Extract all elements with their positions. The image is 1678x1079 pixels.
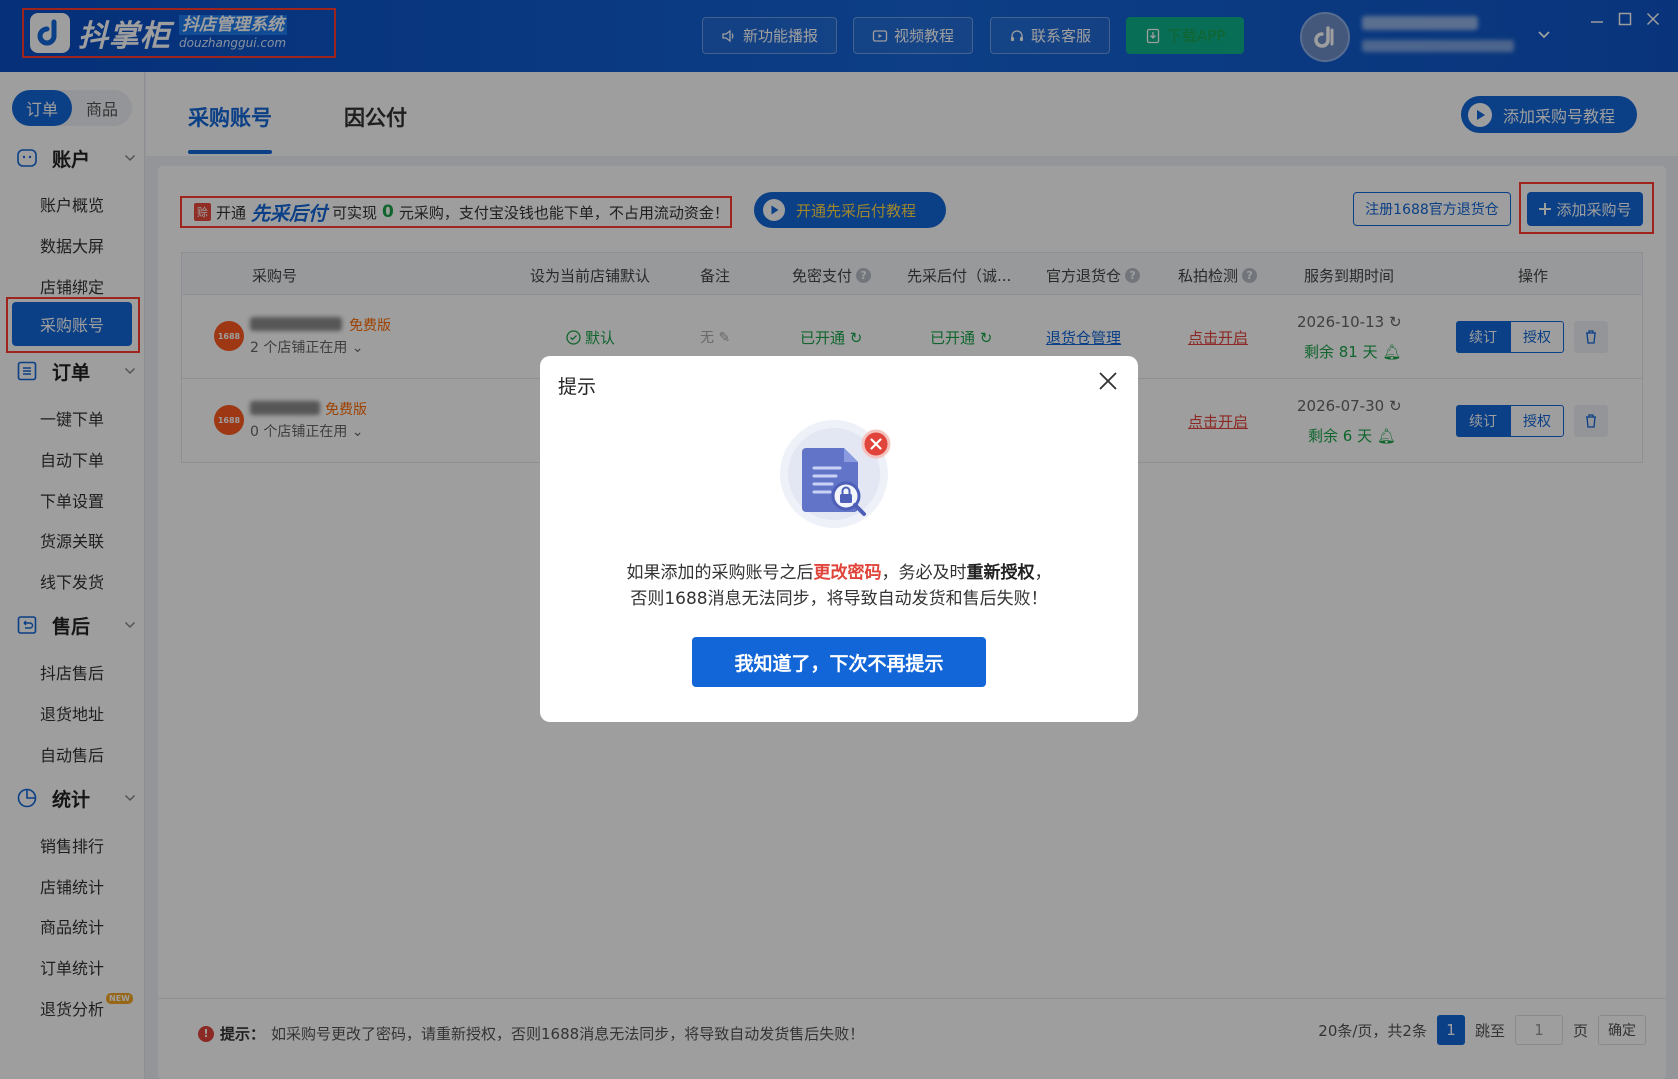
dialog-message-line1: 如果添加的采购账号之后更改密码，务必及时重新授权，	[626, 563, 1052, 583]
reminder-dialog: 提示 如果添加的采购账号之后更改密码，务必及时重新授权， 否则1688消息无法同…	[540, 356, 1138, 722]
document-lock-icon	[778, 416, 908, 536]
dialog-message-line2: 否则1688消息无法同步，将导致自动发货和售后失败！	[630, 589, 1048, 609]
dialog-message: 如果添加的采购账号之后更改密码，务必及时重新授权， 否则1688消息无法同步，将…	[540, 560, 1138, 612]
dialog-title: 提示	[558, 376, 597, 398]
close-icon[interactable]	[1097, 370, 1119, 392]
acknowledge-button[interactable]: 我知道了，下次不再提示	[692, 637, 986, 687]
